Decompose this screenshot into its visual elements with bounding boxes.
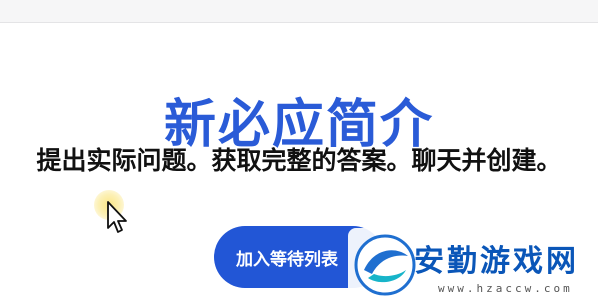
watermark-site-name: 安勤游戏网 <box>414 244 579 279</box>
top-divider <box>0 0 598 23</box>
page-subtitle: 提出实际问题。获取完整的答案。聊天并创建。 <box>36 146 562 175</box>
site-watermark: 安勤游戏网 www.hzaccw.com <box>348 228 598 302</box>
watermark-url: www.hzaccw.com <box>438 282 573 295</box>
mouse-pointer-icon <box>107 201 127 233</box>
site-logo-icon <box>354 234 416 296</box>
